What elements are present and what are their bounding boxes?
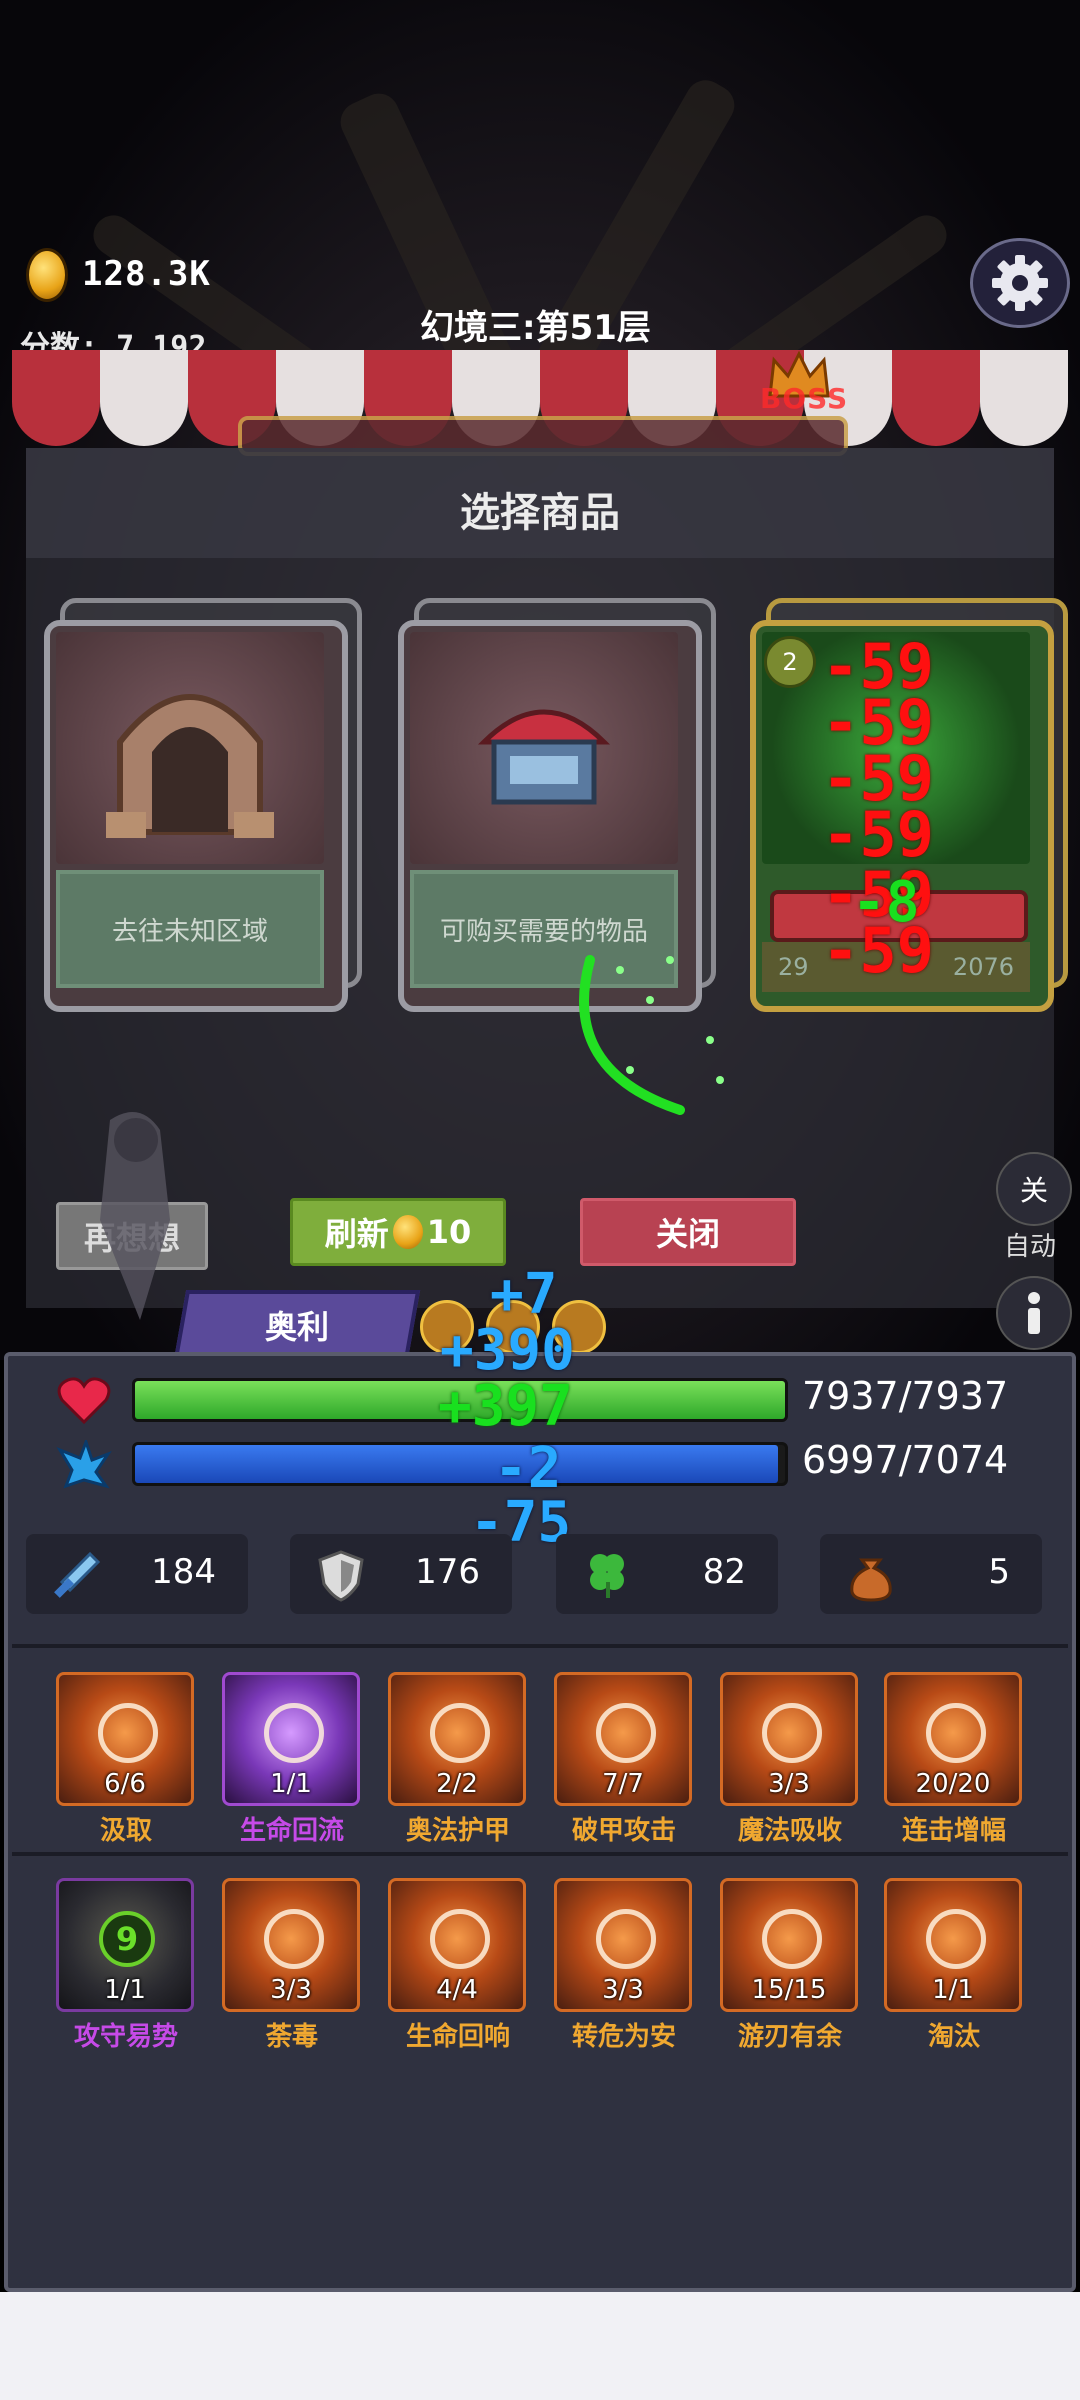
skill-poison[interactable]: 3/3 — [222, 1878, 360, 2012]
stat-value: 176 — [415, 1552, 480, 1592]
shop-title: 选择商品 — [460, 490, 620, 536]
skill-name: 荼毒 — [265, 2022, 318, 2052]
skill-glyph-icon — [264, 1703, 324, 1763]
skill-glyph-icon — [926, 1703, 986, 1763]
info-icon — [1028, 1292, 1040, 1334]
player-name-tag: 奥利 — [173, 1290, 421, 1360]
boss-label: BOSS — [760, 382, 849, 415]
skill-eliminate[interactable]: 1/1 — [884, 1878, 1022, 2012]
close-button[interactable]: 关闭 — [580, 1198, 796, 1266]
skill-magic-absorb[interactable]: 3/3 — [720, 1672, 858, 1806]
stat-bag: 5 — [820, 1534, 1042, 1614]
combat-text: +397 — [438, 1374, 573, 1439]
skill-name: 破甲攻击 — [571, 1816, 676, 1846]
skill-glyph-icon — [430, 1703, 490, 1763]
stat-attack: 184 — [26, 1534, 248, 1614]
divider — [12, 1852, 1068, 1856]
skill-drain[interactable]: 6/6 — [56, 1672, 194, 1806]
skill-count: 20/20 — [915, 1769, 991, 1799]
stat-defense: 176 — [290, 1534, 512, 1614]
stat-luck: 82 — [556, 1534, 778, 1614]
mp-bar-track — [132, 1442, 788, 1486]
skill-combo-boost[interactable]: 20/20 — [884, 1672, 1022, 1806]
player-name: 奥利 — [264, 1308, 329, 1346]
gold-amount: 128.3K — [82, 254, 211, 294]
skill-level-badge: 9 — [99, 1911, 155, 1967]
skill-name: 汲取 — [99, 1816, 152, 1846]
shop-card-unknown-area[interactable]: 去往未知区域 — [44, 620, 348, 1012]
skill-count: 1/1 — [104, 1975, 146, 2005]
skill-glyph-icon — [762, 1703, 822, 1763]
refresh-cost: 10 — [426, 1213, 472, 1251]
mp-bar-fill — [135, 1445, 778, 1483]
skill-count: 4/4 — [436, 1975, 478, 2005]
archway-image — [56, 632, 324, 864]
skill-turn-peril[interactable]: 3/3 — [554, 1878, 692, 2012]
info-button[interactable] — [996, 1276, 1072, 1350]
skill-count: 1/1 — [932, 1975, 974, 2005]
skill-name: 连击增幅 — [901, 1816, 1006, 1846]
sword-icon — [54, 1551, 101, 1598]
gear-icon — [992, 255, 1048, 311]
skill-count: 3/3 — [768, 1769, 810, 1799]
skill-count: 2/2 — [436, 1769, 478, 1799]
auto-toggle-button[interactable]: 关 — [996, 1152, 1072, 1226]
skill-glyph-icon — [596, 1703, 656, 1763]
skill-name: 奥法护甲 — [405, 1816, 510, 1846]
skill-glyph-icon — [98, 1703, 158, 1763]
skill-name: 生命回流 — [239, 1816, 344, 1846]
skill-name: 淘汰 — [927, 2022, 980, 2052]
skill-offense-defense-shift[interactable]: 9 1/1 — [56, 1878, 194, 2012]
skill-name: 魔法吸收 — [737, 1816, 842, 1846]
money-bag-icon — [850, 1558, 892, 1602]
skill-count: 3/3 — [270, 1975, 312, 2005]
store-icon — [477, 709, 611, 805]
damage-number-green: -8 — [852, 870, 920, 935]
skill-life-reflux[interactable]: 1/1 — [222, 1672, 360, 1806]
enemy-defense: 2076 — [952, 953, 1014, 981]
mana-icon — [56, 1440, 112, 1489]
skill-glyph-icon — [264, 1909, 324, 1969]
skill-name: 攻守易势 — [73, 2022, 178, 2052]
skill-count: 15/15 — [751, 1975, 827, 2005]
stone-arch-icon — [106, 694, 274, 838]
system-nav-area — [0, 2292, 1080, 2400]
mp-text: 6997/7074 — [802, 1438, 1009, 1482]
skill-armor-break[interactable]: 7/7 — [554, 1672, 692, 1806]
skill-glyph-icon — [430, 1909, 490, 1969]
skill-name: 生命回响 — [405, 2022, 510, 2052]
refresh-label: 刷新 — [324, 1215, 389, 1253]
settings-button[interactable] — [970, 238, 1070, 328]
skill-glyph-icon — [926, 1909, 986, 1969]
skill-arcane-armor[interactable]: 2/2 — [388, 1672, 526, 1806]
skill-name: 游刃有余 — [737, 2022, 842, 2052]
enemy-attack: 29 — [778, 953, 809, 981]
skill-count: 6/6 — [104, 1769, 146, 1799]
skill-name: 转危为安 — [571, 2022, 676, 2052]
clover-icon — [590, 1554, 624, 1598]
skill-count: 3/3 — [602, 1975, 644, 2005]
stat-value: 184 — [151, 1552, 216, 1592]
skill-count: 7/7 — [602, 1769, 644, 1799]
skill-count: 1/1 — [270, 1769, 312, 1799]
level-title: 幻境三:第51层 — [420, 308, 651, 348]
store-image — [410, 632, 678, 864]
heal-swirl-effect — [579, 955, 724, 1115]
gold-coin-icon — [26, 248, 68, 302]
hp-text: 7937/7937 — [802, 1374, 1009, 1418]
auto-label: 自动 — [1004, 1232, 1057, 1262]
stat-value: 82 — [702, 1552, 746, 1592]
skill-glyph-icon — [596, 1909, 656, 1969]
shield-icon — [318, 1550, 364, 1602]
skill-life-echo[interactable]: 4/4 — [388, 1878, 526, 2012]
refresh-button[interactable]: 刷新 10 — [290, 1198, 506, 1266]
card-caption: 去往未知区域 — [56, 870, 324, 988]
enemy-level-badge: 2 — [764, 636, 816, 688]
stat-value: 5 — [988, 1552, 1010, 1592]
divider — [12, 1644, 1068, 1648]
skill-glyph-icon — [762, 1909, 822, 1969]
coin-icon — [392, 1215, 423, 1249]
heart-icon — [57, 1377, 111, 1425]
skill-at-ease[interactable]: 15/15 — [720, 1878, 858, 2012]
